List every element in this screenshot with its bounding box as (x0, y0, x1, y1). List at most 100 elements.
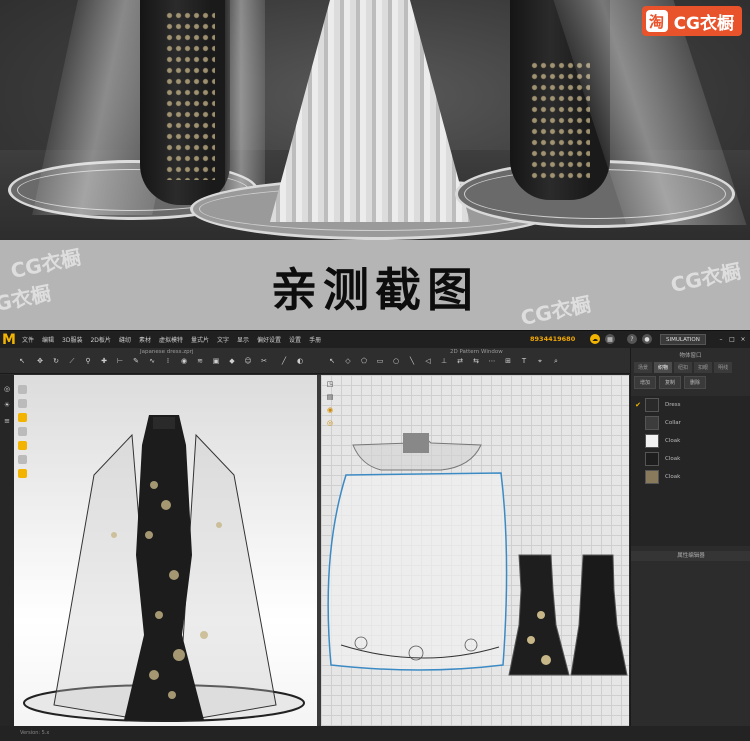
free-sewing-icon[interactable]: ⇆ (472, 357, 480, 365)
fabric-swatch (645, 398, 659, 412)
edit-point-icon[interactable]: ◇ (344, 357, 352, 365)
menu-avatar[interactable]: 虚拟模特 (159, 335, 183, 344)
trace-icon[interactable]: ⌖ (536, 357, 544, 365)
tab-buttonhole[interactable]: 扣眼 (694, 362, 713, 373)
brush-icon[interactable]: ✎ (132, 357, 140, 365)
2d-window-title: 2D Pattern Window (450, 349, 503, 355)
screenshot-root: 淘 CG衣橱 CG衣橱 CG衣橱 CG衣橱 CG衣橱 亲测截图 M 文件 编辑 … (0, 0, 750, 741)
grading-icon[interactable]: ⊞ (504, 357, 512, 365)
select-icon[interactable]: ↖ (18, 357, 26, 365)
user-icon[interactable]: ● (642, 334, 652, 344)
tab-button[interactable]: 纽扣 (674, 362, 693, 373)
measure-icon[interactable]: ⊢ (116, 357, 124, 365)
puckering-icon[interactable]: ≋ (196, 357, 204, 365)
fabric-name: Cloak (665, 474, 681, 480)
list-item[interactable]: Cloak (631, 450, 750, 468)
toolbars: Japanese dress.zprj 2D Pattern Window ↖ … (0, 348, 630, 374)
annotation-icon[interactable]: T (520, 357, 528, 365)
scissors-icon[interactable]: ✂ (260, 357, 268, 365)
tab-scene[interactable]: 场景 (634, 362, 653, 373)
menu-preferences[interactable]: 偏好设置 (257, 335, 281, 344)
brand-badge[interactable]: 淘 CG衣橱 (641, 6, 742, 36)
minimize-icon[interactable]: – (716, 334, 726, 344)
menu-manual[interactable]: 手册 (309, 335, 321, 344)
fabric-name: Cloak (665, 438, 681, 444)
zoom-icon[interactable]: ⌕ (552, 357, 560, 365)
app-logo-icon: M (2, 331, 16, 348)
add-button[interactable]: 增加 (634, 376, 657, 389)
center-gown (270, 0, 470, 222)
3d-garment (23, 415, 305, 722)
move-icon[interactable]: ✥ (36, 357, 44, 365)
help-icon[interactable]: ? (627, 334, 637, 344)
panel-tabs: 场景 织物 纽扣 扣眼 明线 (634, 362, 747, 373)
internal-line-icon[interactable]: ╲ (408, 357, 416, 365)
avatar-tool-icon[interactable]: ☺ (244, 357, 252, 365)
left-veil-right (225, 0, 265, 190)
zip-icon[interactable]: ⁞ (164, 357, 172, 365)
line-icon[interactable]: ╱ (280, 357, 288, 365)
list-item[interactable]: ✔ Dress (631, 396, 750, 414)
fabric-name: Cloak (665, 456, 681, 462)
user-id: 8934419680 (530, 335, 576, 343)
menu-materials[interactable]: 素材 (139, 335, 151, 344)
status-text: Version: 5.x (20, 730, 50, 736)
grid-icon[interactable]: ▦ (605, 334, 615, 344)
copy-button[interactable]: 复制 (659, 376, 682, 389)
layer-icon[interactable]: ≡ (3, 417, 11, 425)
object-browser-panel: 物体窗口 场景 织物 纽扣 扣眼 明线 增加 复制 删除 ✔ Dress Col… (630, 348, 750, 726)
circle-icon[interactable]: ○ (392, 357, 400, 365)
fold-icon[interactable]: ⟋ (68, 357, 76, 365)
pin-icon[interactable]: ⚲ (84, 357, 92, 365)
rotate-icon[interactable]: ↻ (52, 357, 60, 365)
checkmark-icon: ✔ (635, 401, 641, 409)
list-item[interactable]: Cloak (631, 432, 750, 450)
notch-icon[interactable]: ⊥ (440, 357, 448, 365)
fabric-name: Dress (665, 402, 681, 408)
3d-viewport[interactable] (14, 375, 317, 726)
cloud-icon[interactable]: ☁ (590, 334, 600, 344)
fabric-swatch (645, 470, 659, 484)
dart-icon[interactable]: ◁ (424, 357, 432, 365)
delete-button[interactable]: 删除 (684, 376, 707, 389)
topstitch-icon[interactable]: ⋯ (488, 357, 496, 365)
menu-3d-garment[interactable]: 3D服装 (62, 335, 82, 344)
view-icon[interactable]: ◎ (3, 385, 11, 393)
tab-topstitch[interactable]: 明线 (714, 362, 733, 373)
light-icon[interactable]: ☀ (3, 401, 11, 409)
close-icon[interactable]: × (738, 334, 748, 344)
property-editor-title: 属性编辑器 (631, 551, 750, 561)
camera-icon[interactable]: ◐ (296, 357, 304, 365)
menu-text[interactable]: 文字 (217, 335, 229, 344)
panel-title: 物体窗口 (679, 353, 702, 359)
panel-actions: 增加 复制 删除 (634, 376, 747, 389)
clo3d-app: M 文件 编辑 3D服装 2D板片 缝纫 素材 虚拟模特 量式片 文字 显示 偏… (0, 330, 750, 741)
page-heading: 亲测截图 (271, 263, 479, 317)
menu-2d-pattern[interactable]: 2D板片 (90, 335, 110, 344)
trim-icon[interactable]: ◆ (228, 357, 236, 365)
menu-settings[interactable]: 设置 (289, 335, 301, 344)
tack-icon[interactable]: ✚ (100, 357, 108, 365)
menu-pieces[interactable]: 量式片 (191, 335, 209, 344)
fabric-swatch (645, 452, 659, 466)
texture-icon[interactable]: ▣ (212, 357, 220, 365)
maximize-icon[interactable]: □ (727, 334, 737, 344)
rectangle-icon[interactable]: ▭ (376, 357, 384, 365)
menu-sewing[interactable]: 缝纫 (119, 335, 131, 344)
list-item[interactable]: Cloak (631, 468, 750, 486)
menu-display[interactable]: 显示 (237, 335, 249, 344)
2d-pattern-viewport[interactable]: ◳ ▤ ◉ ◎ (321, 375, 629, 726)
caption-band: CG衣橱 CG衣橱 CG衣橱 CG衣橱 亲测截图 (0, 240, 750, 330)
simulation-button[interactable]: SIMULATION (660, 334, 706, 345)
style-line-icon[interactable]: ∿ (148, 357, 156, 365)
3d-side-toolbar: ◎ ☀ ≡ (0, 375, 14, 726)
button-tool-icon[interactable]: ◉ (180, 357, 188, 365)
segment-sewing-icon[interactable]: ⇄ (456, 357, 464, 365)
polygon-icon[interactable]: ⬠ (360, 357, 368, 365)
menu-edit[interactable]: 编辑 (42, 335, 54, 344)
tab-fabric[interactable]: 织物 (654, 362, 673, 373)
list-item[interactable]: Collar (631, 414, 750, 432)
fabric-swatch (645, 416, 659, 430)
transform-icon[interactable]: ↖ (328, 357, 336, 365)
menu-file[interactable]: 文件 (22, 335, 34, 344)
